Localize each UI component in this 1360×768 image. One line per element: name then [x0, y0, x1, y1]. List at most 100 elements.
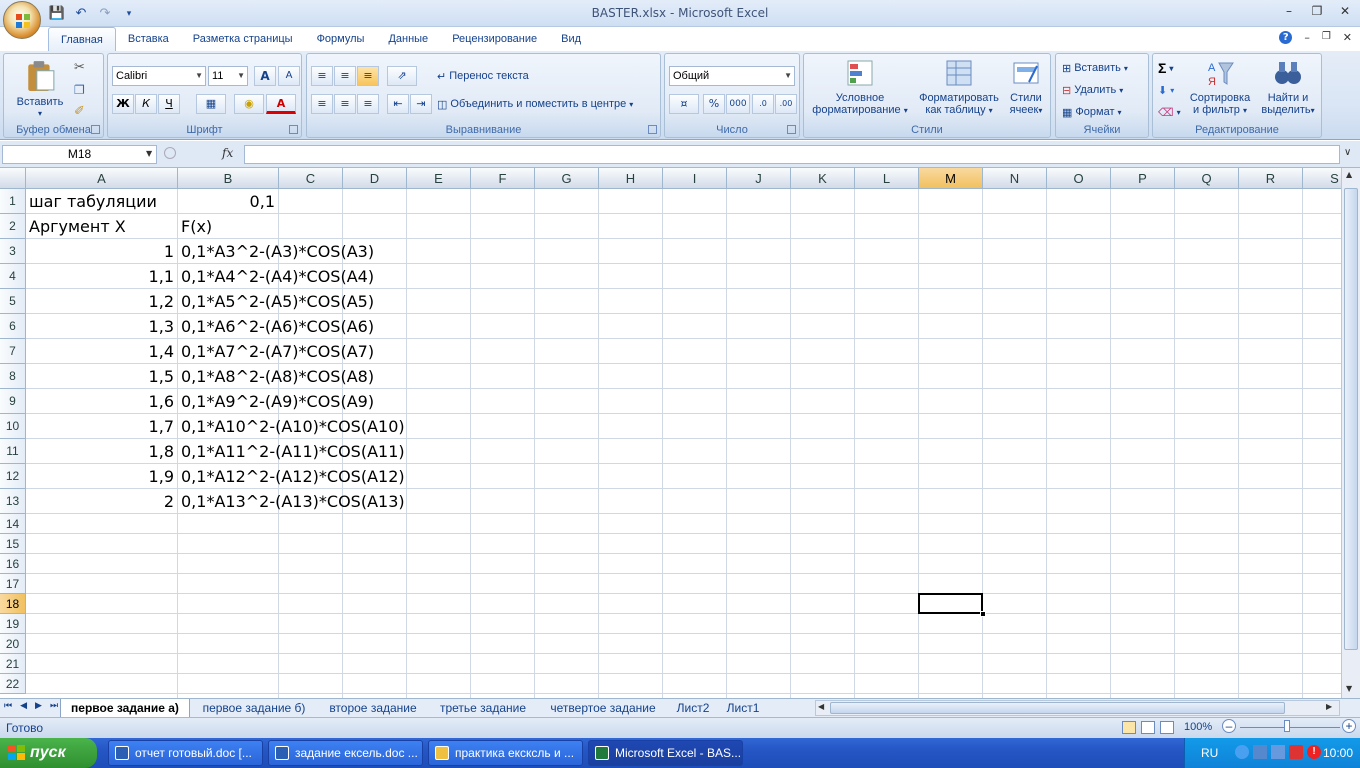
column-header-P[interactable]: P — [1111, 168, 1175, 189]
column-header-M[interactable]: M — [919, 168, 983, 189]
row-header-18[interactable]: 18 — [0, 594, 26, 614]
cell-B12[interactable]: 0,1*A12^2-(A12)*COS(A12) — [181, 464, 405, 489]
font-color-button[interactable]: А — [266, 94, 296, 114]
cell-B9[interactable]: 0,1*A9^2-(A9)*COS(A9) — [181, 389, 374, 414]
sheet-tab[interactable]: второе задание — [318, 699, 428, 717]
row-header-6[interactable]: 6 — [0, 314, 26, 339]
paste-button[interactable]: Вставить ▾ — [10, 58, 70, 120]
column-header-L[interactable]: L — [855, 168, 919, 189]
insert-function-icon[interactable]: fx — [222, 146, 233, 160]
delete-cells-button[interactable]: ⊟ Удалить ▾ — [1062, 80, 1123, 100]
maximize-icon[interactable]: ❐ — [1310, 4, 1324, 18]
cut-icon[interactable]: ✂ — [74, 60, 85, 75]
column-header-N[interactable]: N — [983, 168, 1047, 189]
decrease-decimal-button[interactable]: .00 — [775, 94, 797, 114]
orientation-button[interactable]: ⇗ — [387, 66, 417, 86]
number-format-select[interactable]: Общий ▼ — [669, 66, 795, 86]
column-header-S[interactable]: S — [1303, 168, 1341, 189]
insert-cells-button[interactable]: ⊞ Вставить ▾ — [1062, 58, 1128, 78]
row-header-4[interactable]: 4 — [0, 264, 26, 289]
cell-A3[interactable]: 1 — [26, 239, 174, 264]
align-right-button[interactable]: ≡ — [357, 94, 379, 114]
cell-A13[interactable]: 2 — [26, 489, 174, 514]
align-bottom-button[interactable]: ≡ — [357, 66, 379, 86]
alignment-launcher-icon[interactable] — [648, 125, 657, 134]
row-header-15[interactable]: 15 — [0, 534, 26, 554]
row-header-2[interactable]: 2 — [0, 214, 26, 239]
cell-B2[interactable]: F(x) — [181, 214, 212, 239]
column-header-G[interactable]: G — [535, 168, 599, 189]
underline-button[interactable]: Ч — [158, 94, 180, 114]
percent-button[interactable]: % — [703, 94, 725, 114]
scroll-up-icon[interactable]: ▲ — [1346, 170, 1352, 179]
row-header-8[interactable]: 8 — [0, 364, 26, 389]
row-header-22[interactable]: 22 — [0, 674, 26, 694]
clipboard-launcher-icon[interactable] — [91, 125, 100, 134]
sheet-tab[interactable]: первое задание а) — [60, 699, 190, 717]
taskbar-task[interactable]: задание ексель.doc ... — [268, 740, 423, 766]
cell-A6[interactable]: 1,3 — [26, 314, 174, 339]
copy-icon[interactable]: ❐ — [74, 83, 85, 97]
row-header-11[interactable]: 11 — [0, 439, 26, 464]
horizontal-scrollbar[interactable]: ◀ ▶ — [815, 700, 1340, 716]
tray-network-icon[interactable] — [1235, 745, 1249, 759]
row-header-1[interactable]: 1 — [0, 189, 26, 214]
bold-button[interactable]: Ж — [112, 94, 134, 114]
italic-button[interactable]: К — [135, 94, 157, 114]
cell-A7[interactable]: 1,4 — [26, 339, 174, 364]
page-break-view-icon[interactable] — [1160, 721, 1174, 734]
sheet-tab[interactable]: Лист2 — [668, 699, 718, 717]
format-as-table-button[interactable]: Форматировать как таблицу ▾ — [914, 58, 1004, 117]
formula-bar-resize-icon[interactable] — [164, 147, 176, 159]
font-launcher-icon[interactable] — [289, 125, 298, 134]
scroll-right-icon[interactable]: ▶ — [1326, 702, 1332, 711]
scroll-down-icon[interactable]: ▼ — [1346, 684, 1352, 693]
cell-B7[interactable]: 0,1*A7^2-(A7)*COS(A7) — [181, 339, 374, 364]
last-sheet-icon[interactable]: ⏭ — [50, 701, 58, 711]
office-button[interactable] — [3, 1, 41, 39]
thousands-button[interactable]: 000 — [726, 94, 750, 114]
autosum-button[interactable]: Σ ▾ — [1158, 58, 1173, 78]
row-header-20[interactable]: 20 — [0, 634, 26, 654]
clear-button[interactable]: ⌫ ▾ — [1158, 102, 1181, 122]
cell-A11[interactable]: 1,8 — [26, 439, 174, 464]
language-indicator[interactable]: RU — [1201, 746, 1218, 760]
cell-B10[interactable]: 0,1*A10^2-(A10)*COS(A10) — [181, 414, 405, 439]
column-header-B[interactable]: B — [178, 168, 279, 189]
number-launcher-icon[interactable] — [787, 125, 796, 134]
name-box-dropdown-icon[interactable]: ▼ — [146, 149, 152, 158]
name-box[interactable]: M18 — [2, 145, 157, 164]
decrease-indent-button[interactable]: ⇤ — [387, 94, 409, 114]
align-middle-button[interactable]: ≡ — [334, 66, 356, 86]
row-header-17[interactable]: 17 — [0, 574, 26, 594]
shrink-font-button[interactable]: A — [278, 66, 300, 86]
page-layout-view-icon[interactable] — [1141, 721, 1155, 734]
tab-3[interactable]: Формулы — [305, 27, 377, 51]
cell-B3[interactable]: 0,1*A3^2-(A3)*COS(A3) — [181, 239, 374, 264]
taskbar-task[interactable]: практика ексксль и ... — [428, 740, 583, 766]
cell-styles-button[interactable]: Стили ячеек▾ — [1004, 58, 1048, 117]
sheet-tab[interactable]: третье задание — [428, 699, 538, 717]
merge-center-button[interactable]: ◫ Объединить и поместить в центре ▾ — [437, 94, 633, 114]
cell-A8[interactable]: 1,5 — [26, 364, 174, 389]
column-header-C[interactable]: C — [279, 168, 343, 189]
spreadsheet-grid[interactable]: A B C D E F G H I J K L M N O P Q R S 1 2 3 4 5 6 7 8 9 10 11 12 13 14 15… — [0, 168, 1341, 698]
tab-0[interactable]: Главная — [48, 27, 116, 51]
cell-B1[interactable]: 0,1 — [178, 189, 275, 214]
tray-alert-icon[interactable]: ! — [1307, 745, 1321, 759]
taskbar-task[interactable]: Microsoft Excel - BAS... — [588, 740, 743, 766]
borders-button[interactable]: ▦ — [196, 94, 226, 114]
increase-indent-button[interactable]: ⇥ — [410, 94, 432, 114]
formula-input[interactable] — [244, 145, 1340, 164]
normal-view-icon[interactable] — [1122, 721, 1136, 734]
cell-B11[interactable]: 0,1*A11^2-(A11)*COS(A11) — [181, 439, 405, 464]
fill-color-button[interactable]: ◉ — [234, 94, 264, 114]
format-cells-button[interactable]: ▦ Формат ▾ — [1062, 102, 1122, 122]
tab-2[interactable]: Разметка страницы — [181, 27, 305, 51]
row-header-12[interactable]: 12 — [0, 464, 26, 489]
align-top-button[interactable]: ≡ — [311, 66, 333, 86]
sort-filter-button[interactable]: AЯ Сортировка и фильтр ▾ — [1185, 58, 1255, 117]
zoom-level[interactable]: 100% — [1184, 721, 1212, 733]
fill-button[interactable]: ⬇ ▾ — [1158, 80, 1174, 100]
start-button[interactable]: пуск — [0, 738, 97, 768]
